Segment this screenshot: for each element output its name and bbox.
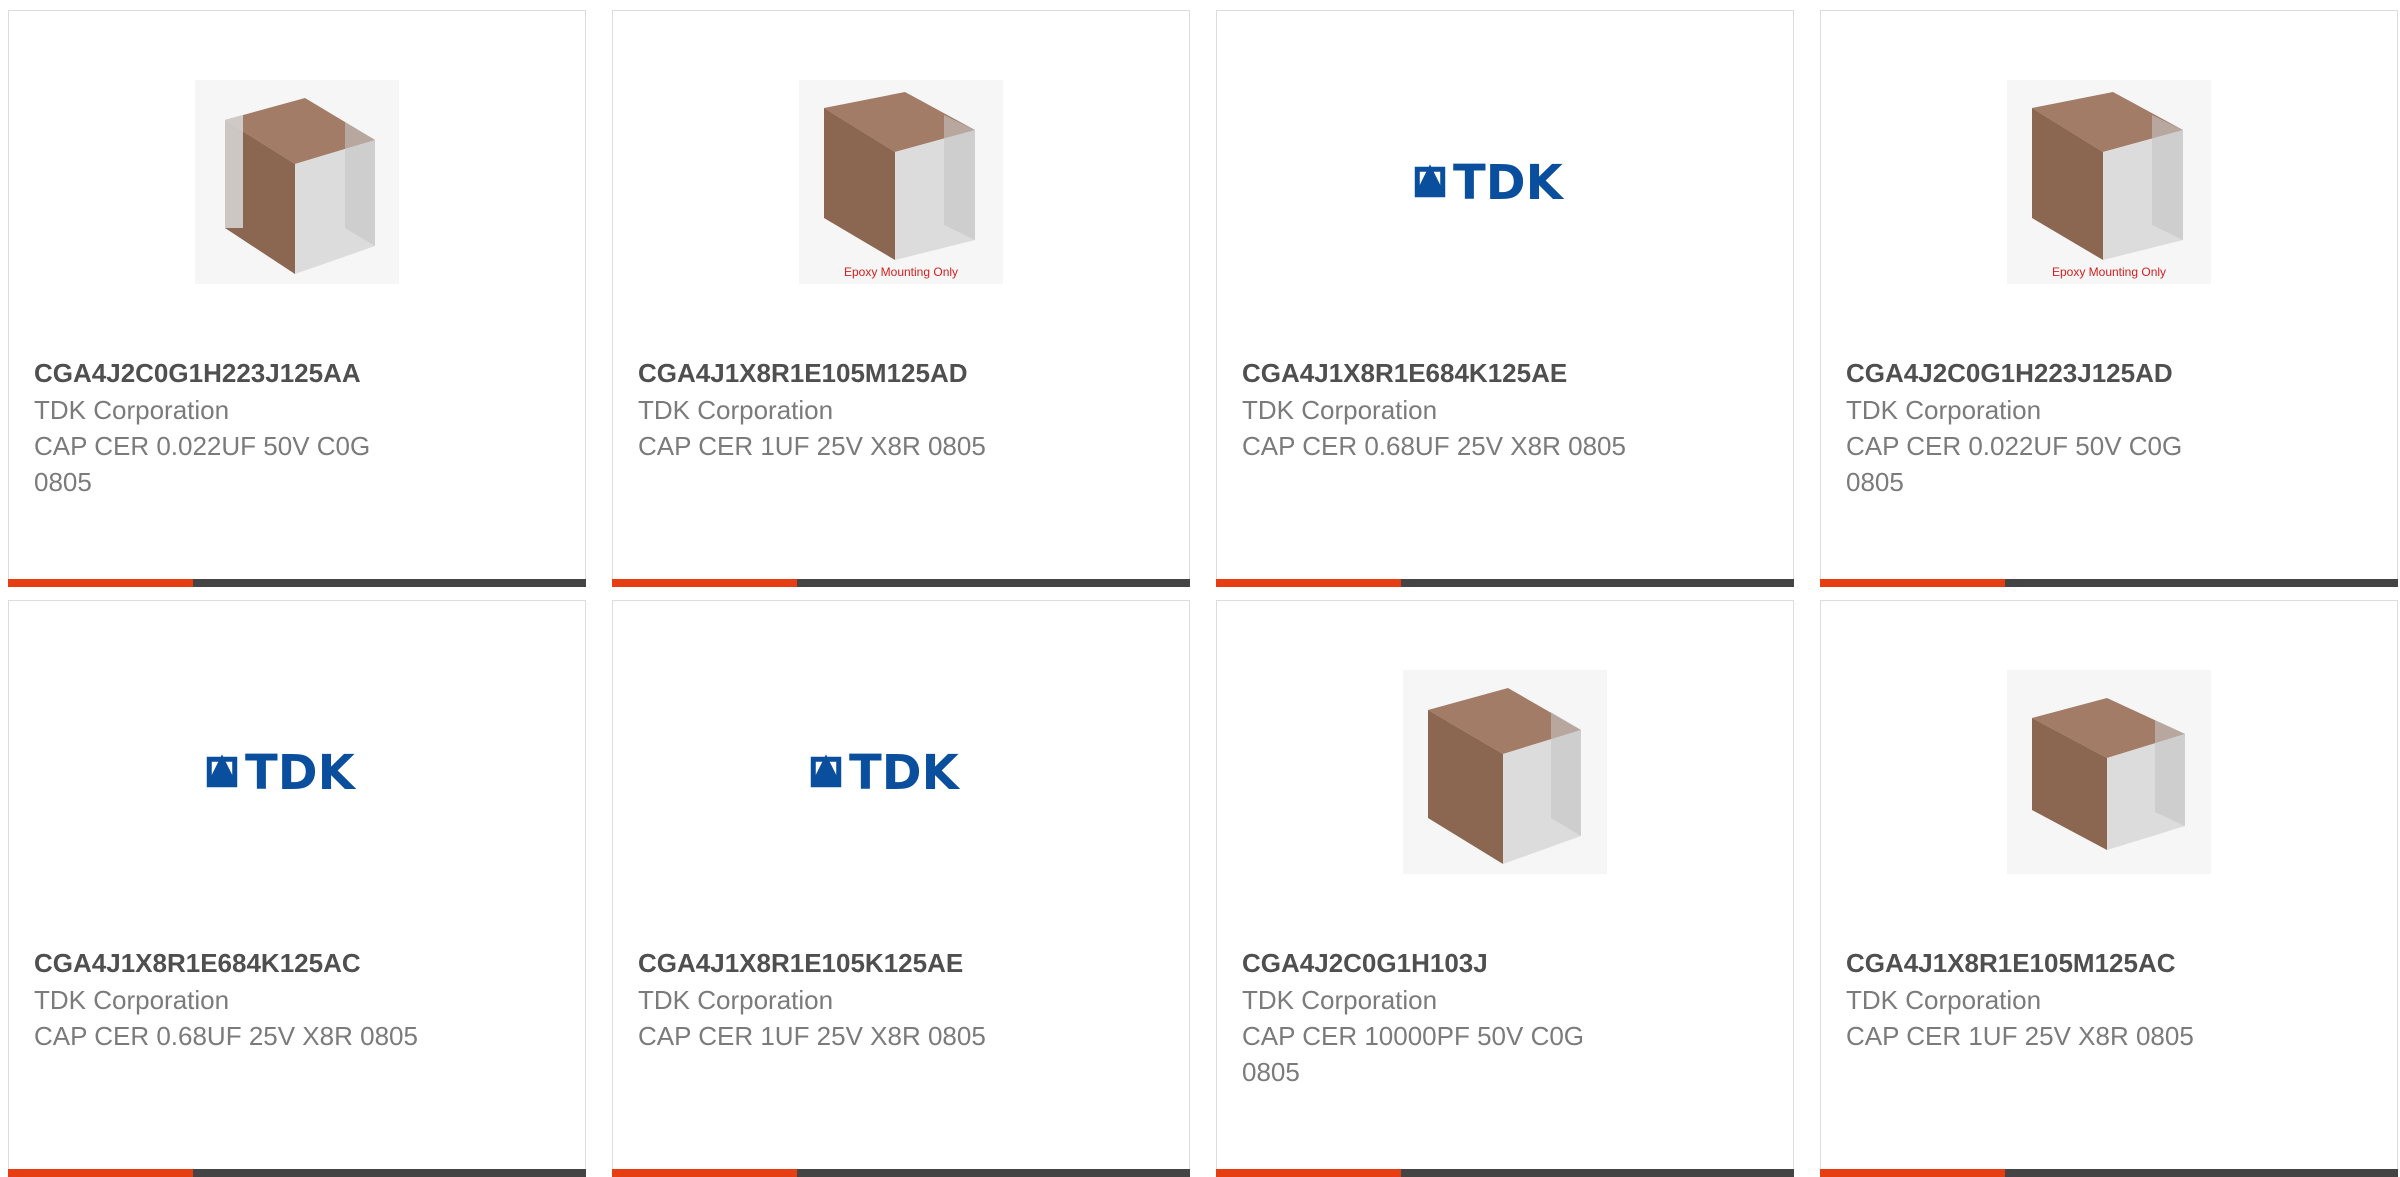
part-number[interactable]: CGA4J1X8R1E105K125AE — [638, 945, 1159, 982]
tdk-logo: TDK — [1414, 155, 1565, 211]
card-progress-bar — [8, 579, 586, 587]
part-number[interactable]: CGA4J2C0G1H103J — [1242, 945, 1763, 982]
description: CAP CER 10000PF 50V C0G 0805 — [1242, 1021, 1585, 1087]
product-card[interactable]: CGA4J2C0G1H103J TDK Corporation CAP CER … — [1216, 600, 1794, 1177]
part-number[interactable]: CGA4J1X8R1E684K125AE — [1242, 355, 1763, 392]
product-image[interactable]: Epoxy Mounting Only — [2007, 80, 2211, 284]
bar-accent — [1820, 1169, 2005, 1177]
part-number[interactable]: CGA4J2C0G1H223J125AA — [34, 355, 555, 392]
manufacturer: TDK Corporation — [638, 985, 834, 1015]
manufacturer: TDK Corporation — [1846, 395, 2042, 425]
product-image[interactable] — [2007, 670, 2211, 874]
product-card[interactable]: TDK CGA4J1X8R1E684K125AE TDK Corporation… — [1216, 10, 1794, 587]
product-image[interactable]: TDK — [195, 670, 399, 874]
product-image[interactable]: Epoxy Mounting Only — [799, 80, 1003, 284]
product-card[interactable]: CGA4J1X8R1E105M125AC TDK Corporation CAP… — [1820, 600, 2398, 1177]
product-image[interactable]: TDK — [799, 670, 1003, 874]
description: CAP CER 1UF 25V X8R 0805 — [638, 1021, 986, 1051]
bar-accent — [1820, 579, 2005, 587]
product-card[interactable]: TDK CGA4J1X8R1E105K125AE TDK Corporation… — [612, 600, 1190, 1177]
product-card[interactable]: TDK CGA4J1X8R1E684K125AC TDK Corporation… — [8, 600, 586, 1177]
product-image[interactable]: TDK — [1403, 80, 1607, 284]
tdk-logo-text: TDK — [245, 745, 357, 801]
part-number[interactable]: CGA4J1X8R1E684K125AC — [34, 945, 555, 982]
bar-accent — [612, 579, 797, 587]
card-progress-bar — [1216, 579, 1794, 587]
card-progress-bar — [612, 1169, 1190, 1177]
manufacturer: TDK Corporation — [638, 395, 834, 425]
description: CAP CER 1UF 25V X8R 0805 — [638, 431, 986, 461]
product-image[interactable] — [195, 80, 399, 284]
image-caption: Epoxy Mounting Only — [2052, 265, 2166, 279]
tdk-logo-text: TDK — [1453, 155, 1565, 211]
card-progress-bar — [1820, 1169, 2398, 1177]
product-image[interactable] — [1403, 670, 1607, 874]
manufacturer: TDK Corporation — [34, 395, 230, 425]
manufacturer: TDK Corporation — [1242, 395, 1438, 425]
card-progress-bar — [1820, 579, 2398, 587]
description: CAP CER 0.68UF 25V X8R 0805 — [34, 1021, 418, 1051]
card-progress-bar — [1216, 1169, 1794, 1177]
product-card[interactable]: Epoxy Mounting Only CGA4J2C0G1H223J125AD… — [1820, 10, 2398, 587]
card-progress-bar — [8, 1169, 586, 1177]
product-card[interactable]: CGA4J2C0G1H223J125AA TDK Corporation CAP… — [8, 10, 586, 587]
part-number[interactable]: CGA4J1X8R1E105M125AD — [638, 355, 1159, 392]
description: CAP CER 0.022UF 50V C0G 0805 — [1846, 431, 2183, 497]
part-number[interactable]: CGA4J2C0G1H223J125AD — [1846, 355, 2367, 392]
product-grid: CGA4J2C0G1H223J125AA TDK Corporation CAP… — [0, 0, 2400, 1177]
product-card[interactable]: Epoxy Mounting Only CGA4J1X8R1E105M125AD… — [612, 10, 1190, 587]
tdk-logo-text: TDK — [849, 745, 961, 801]
bar-accent — [1216, 1169, 1401, 1177]
tdk-logo: TDK — [810, 745, 961, 801]
image-caption: Epoxy Mounting Only — [844, 265, 958, 279]
bar-accent — [8, 1169, 193, 1177]
manufacturer: TDK Corporation — [34, 985, 230, 1015]
manufacturer: TDK Corporation — [1242, 985, 1438, 1015]
description: CAP CER 1UF 25V X8R 0805 — [1846, 1021, 2194, 1051]
part-number[interactable]: CGA4J1X8R1E105M125AC — [1846, 945, 2367, 982]
bar-accent — [1216, 579, 1401, 587]
description: CAP CER 0.022UF 50V C0G 0805 — [34, 431, 371, 497]
bar-accent — [8, 579, 193, 587]
card-progress-bar — [612, 579, 1190, 587]
description: CAP CER 0.68UF 25V X8R 0805 — [1242, 431, 1626, 461]
manufacturer: TDK Corporation — [1846, 985, 2042, 1015]
bar-accent — [612, 1169, 797, 1177]
tdk-logo: TDK — [206, 745, 357, 801]
